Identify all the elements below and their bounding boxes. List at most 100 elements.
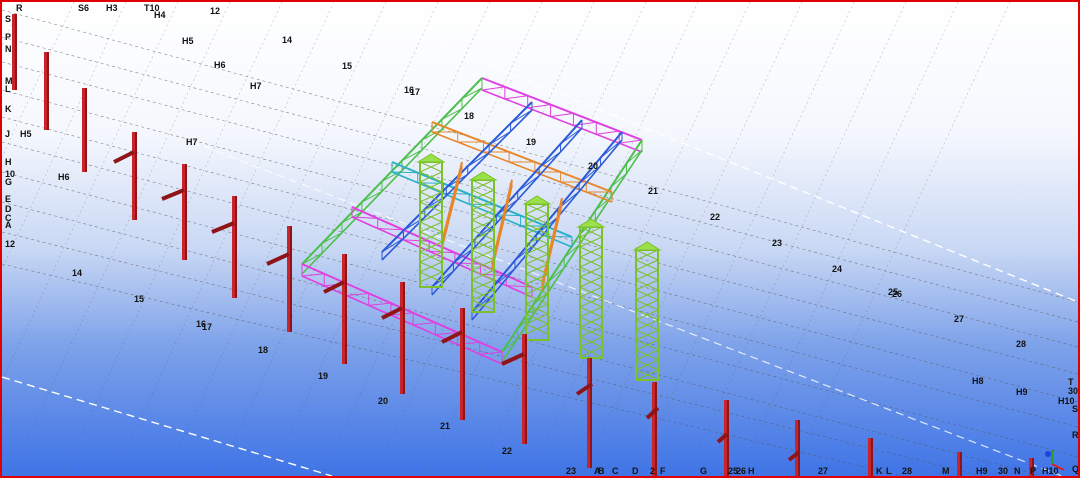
grid-line — [2, 116, 1078, 403]
grid-label: N — [5, 44, 12, 54]
grid-label: 12 — [5, 239, 15, 249]
grid-label: K — [5, 104, 12, 114]
grid-line — [2, 2, 179, 382]
grid-label: 21 — [440, 421, 450, 431]
steel-column-edge — [15, 14, 17, 90]
grid-line — [685, 2, 907, 476]
grid-label: H10 — [1042, 466, 1059, 476]
grid-label: 26 — [736, 466, 746, 476]
grid-label: H6 — [214, 60, 226, 70]
grid-label: H7 — [250, 81, 262, 91]
grid-line — [581, 2, 803, 476]
grid-line — [165, 2, 387, 476]
steel-column-edge — [655, 382, 657, 476]
steel-column-edge — [85, 88, 87, 172]
column-bracket — [161, 188, 185, 201]
steel-column-edge — [185, 164, 187, 260]
grid-label: C — [612, 466, 619, 476]
grid-labels: R S6 H3 T10H4 12H5 14H6 15H7 161718192021222324… — [5, 3, 1078, 476]
truss-web — [619, 139, 643, 144]
model-viewport[interactable]: R S6 H3 T10 H4 12 H5 14 H6 15 H7 16 17 18 19 20 21 22 23 24… — [0, 0, 1080, 478]
steel-column-edge — [47, 52, 49, 130]
grid-label: H8 — [972, 376, 984, 386]
grid-label: 19 — [318, 371, 328, 381]
grid-line — [789, 2, 1011, 476]
grid-label: S — [5, 14, 11, 24]
truss-web — [538, 151, 561, 169]
grid-label: R — [1072, 430, 1078, 440]
model-scene[interactable]: R S6 H3 T10H4 12H5 14H6 15H7 161718192021222324… — [2, 2, 1078, 476]
grid-label: 28 — [1016, 339, 1026, 349]
grid-label: 15 — [342, 61, 352, 71]
grid-line — [633, 2, 855, 476]
truss-web — [550, 112, 574, 118]
truss-web — [471, 293, 494, 313]
grid-label: 14 — [72, 268, 82, 278]
grid-label: H5 — [20, 129, 32, 139]
column-bracket — [113, 150, 135, 164]
steel-column-edge — [590, 358, 592, 468]
grid-label: 23 — [772, 238, 782, 248]
truss-web — [600, 139, 623, 159]
grid-label: H5 — [182, 36, 194, 46]
grid-label: 30 — [1068, 386, 1078, 396]
steel-column-edge — [871, 438, 873, 476]
tower-cap — [468, 171, 498, 181]
grid-label: S6 — [78, 3, 89, 13]
grid-label: 27 — [954, 314, 964, 324]
steel-column-edge — [403, 282, 405, 394]
grid-line-highlight — [191, 141, 1063, 476]
grid-label: 20 — [588, 161, 598, 171]
grid-label: 12 — [210, 6, 220, 16]
truss-web — [391, 171, 418, 174]
grid-label: P — [5, 32, 11, 42]
grid-label: 17 — [202, 322, 212, 332]
truss-web — [560, 127, 583, 145]
truss-web — [346, 292, 369, 297]
grid-label: M — [942, 466, 950, 476]
grid-label: K — [876, 466, 883, 476]
steel-column-edge — [525, 334, 527, 444]
grid-line — [2, 2, 127, 270]
grid-line — [2, 141, 1078, 428]
grid-line — [529, 2, 751, 476]
grid-label: 15 — [134, 294, 144, 304]
truss-web — [517, 175, 540, 192]
truss-web — [527, 104, 551, 109]
truss-web — [504, 95, 528, 100]
grid-label: 26 — [892, 289, 902, 299]
truss-web — [479, 351, 503, 355]
grid-label: H7 — [186, 137, 198, 147]
grid-line-highlight — [2, 376, 333, 476]
grid-label: J — [5, 129, 10, 139]
grid-label: 27 — [818, 466, 828, 476]
truss-web — [494, 214, 521, 217]
truss-web — [368, 302, 391, 306]
grid-line — [373, 2, 595, 476]
grid-label: 22 — [502, 446, 512, 456]
truss-web — [301, 273, 325, 277]
truss-web — [413, 322, 436, 326]
grid-label: 2 — [650, 466, 655, 476]
tower-cap — [522, 195, 552, 205]
grid-label: 19 — [526, 137, 536, 147]
grid-label: R — [16, 3, 23, 13]
grid-label: 17 — [410, 87, 420, 97]
grid-label: S — [1072, 404, 1078, 414]
grid-label: G — [700, 466, 707, 476]
grid-label: B — [598, 466, 605, 476]
grid-label: H — [5, 157, 12, 167]
truss-web — [596, 130, 620, 135]
grid-label: D — [632, 466, 639, 476]
steel-column-edge — [235, 196, 237, 298]
grid-label: 20 — [378, 396, 388, 406]
grid-line — [113, 2, 335, 476]
column-bracket — [266, 252, 290, 266]
grid-label: 18 — [258, 345, 268, 355]
grid-line — [2, 171, 1078, 458]
grid-label: H — [748, 466, 755, 476]
truss-web — [546, 235, 573, 238]
grid-label: 23 — [566, 466, 576, 476]
grid-line — [2, 9, 1078, 303]
truss-chord — [481, 77, 643, 141]
